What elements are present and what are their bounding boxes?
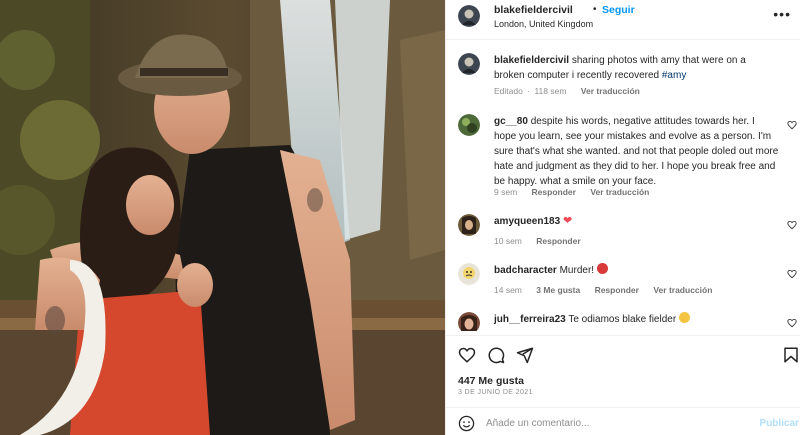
comment-text: gc__80 despite his words, negative attit… [494, 114, 779, 189]
separator-dot: · [527, 86, 531, 96]
commenter-avatar[interactable] [458, 263, 480, 285]
post-location[interactable]: London, United Kingdom [494, 19, 593, 29]
caption-meta: Editado · 118 sem Ver traducción [494, 86, 652, 96]
like-heart-icon[interactable] [458, 346, 476, 364]
translate-link[interactable]: Ver traducción [653, 285, 712, 295]
comment-username[interactable]: amyqueen183 [494, 216, 560, 227]
commenter-avatar[interactable] [458, 114, 480, 136]
post-details-panel: blakefieldercivil • Seguir London, Unite… [445, 0, 800, 435]
author-username[interactable]: blakefieldercivil [494, 4, 573, 16]
comment-username[interactable]: badcharacter [494, 265, 557, 276]
post-date: 3 DE JUNIO DE 2021 [458, 389, 533, 396]
follow-button[interactable]: Seguir [602, 4, 635, 16]
comment-text: juh__ferreira23 Te odiamos blake fielder [494, 312, 779, 327]
comment-username[interactable]: juh__ferreira23 [494, 314, 566, 325]
author-avatar[interactable] [458, 5, 480, 27]
crying-face-emoji [678, 312, 690, 323]
post-actions-bar [446, 335, 800, 371]
commenter-avatar[interactable] [458, 312, 480, 331]
reply-button[interactable]: Responder [536, 236, 580, 246]
share-paper-plane-icon[interactable] [516, 346, 534, 364]
reply-button[interactable]: Responder [532, 187, 576, 197]
comments-list[interactable]: blakefieldercivil sharing photos with am… [446, 41, 800, 331]
like-comment-heart-icon[interactable] [787, 269, 797, 279]
caption-text: blakefieldercivil sharing photos with am… [494, 53, 779, 83]
ellipsis-icon[interactable]: ••• [773, 6, 791, 22]
emoji-smile-icon[interactable] [458, 415, 475, 432]
red-heart-emoji: ❤ [562, 215, 573, 227]
comment-meta: 9 sem Responder Ver traducción [494, 187, 661, 197]
like-comment-heart-icon[interactable] [787, 120, 797, 130]
author-avatar[interactable] [458, 53, 480, 75]
comment-meta: 10 sem Responder [494, 236, 593, 246]
comment-username[interactable]: gc__80 [494, 116, 528, 127]
add-comment-bar: Publicar [446, 407, 800, 435]
post-header: blakefieldercivil • Seguir London, Unite… [446, 0, 800, 40]
translate-link[interactable]: Ver traducción [581, 86, 640, 96]
edited-label: Editado [494, 86, 523, 96]
angry-face-emoji [596, 263, 608, 274]
add-comment-input[interactable] [486, 415, 736, 431]
comment-meta: 14 sem 3 Me gusta Responder Ver traducci… [494, 285, 724, 295]
post-photo-image [0, 0, 445, 435]
caption-age: 118 sem [534, 86, 567, 96]
caption-username[interactable]: blakefieldercivil [494, 55, 569, 66]
post-photo[interactable] [0, 0, 445, 435]
like-comment-heart-icon[interactable] [787, 220, 797, 230]
comment-age: 9 sem [494, 187, 518, 197]
commenter-avatar[interactable] [458, 214, 480, 236]
hashtag-link[interactable]: #amy [662, 70, 686, 81]
likes-count[interactable]: 447 Me gusta [458, 375, 524, 387]
comment-text: amyqueen183 ❤ [494, 214, 779, 229]
comment-bubble-icon[interactable] [487, 346, 505, 364]
comment-age: 10 sem [494, 236, 522, 246]
comment-body: Te odiamos blake fielder [568, 314, 677, 325]
comment-text: badcharacter Murder! [494, 263, 779, 278]
separator-dot: • [593, 4, 597, 15]
bookmark-icon[interactable] [782, 346, 800, 364]
comment-age: 14 sem [494, 285, 522, 295]
publish-button[interactable]: Publicar [760, 418, 799, 429]
comment-body: Murder! [559, 265, 595, 276]
translate-link[interactable]: Ver traducción [590, 187, 649, 197]
comment-likes[interactable]: 3 Me gusta [536, 285, 580, 295]
comment-body: despite his words, negative attitudes to… [494, 116, 779, 187]
reply-button[interactable]: Responder [595, 285, 639, 295]
like-comment-heart-icon[interactable] [787, 318, 797, 328]
